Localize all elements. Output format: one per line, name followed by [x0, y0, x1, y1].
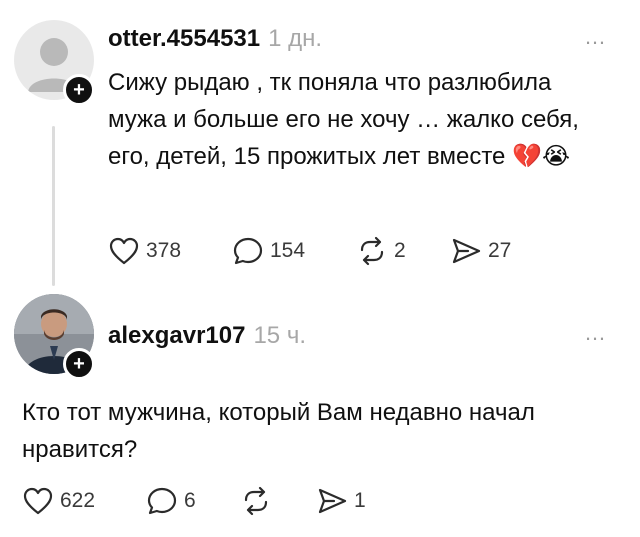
more-options-icon[interactable]: …	[584, 24, 607, 50]
comment-icon	[147, 487, 177, 515]
more-options-icon[interactable]: …	[584, 320, 607, 346]
post-1: + otter.4554531 1 дн. … Сижу рыдаю , тк п…	[0, 0, 640, 290]
comment-button[interactable]: 6	[146, 486, 240, 516]
post-text: Кто тот мужчина, который Вам недавно нач…	[22, 399, 535, 463]
comment-count: 154	[270, 239, 306, 262]
actions-bar: 622 6 1	[22, 486, 410, 516]
like-count: 622	[60, 489, 96, 512]
username[interactable]: otter.4554531 1 дн.	[108, 25, 322, 53]
share-icon	[452, 238, 481, 264]
repost-icon	[360, 236, 384, 266]
like-button[interactable]: 378	[108, 236, 232, 266]
repost-button[interactable]: 2	[356, 236, 450, 266]
repost-button[interactable]	[240, 486, 316, 516]
like-count: 378	[146, 239, 182, 262]
timestamp: 15 ч.	[253, 322, 306, 349]
repost-count: 2	[394, 239, 406, 262]
post-2: + alexgavr107 15 ч. … Кто тот мужчина, ко…	[0, 290, 640, 537]
comment-button[interactable]: 154	[232, 236, 356, 266]
comment-icon	[233, 237, 263, 265]
heart-icon	[23, 487, 53, 515]
post-text: Сижу рыдаю , тк поняла что разлюбила муж…	[108, 69, 579, 170]
actions-bar: 378 154 2 27	[108, 236, 544, 266]
share-button[interactable]: 1	[316, 486, 410, 516]
username[interactable]: alexgavr107 15 ч.	[108, 322, 306, 350]
repost-icon	[244, 486, 268, 516]
share-button[interactable]: 27	[450, 236, 544, 266]
comment-count: 6	[184, 489, 196, 512]
share-icon	[318, 488, 347, 514]
share-count: 27	[488, 239, 512, 262]
username-text[interactable]: otter.4554531	[108, 25, 260, 52]
like-button[interactable]: 622	[22, 486, 146, 516]
plus-icon: +	[73, 353, 85, 375]
thread-line	[52, 126, 55, 286]
plus-icon: +	[73, 79, 85, 101]
follow-button[interactable]: +	[63, 348, 95, 380]
share-count: 1	[354, 489, 366, 512]
timestamp: 1 дн.	[268, 25, 323, 52]
heart-icon	[109, 237, 139, 265]
follow-button[interactable]: +	[63, 74, 95, 106]
username-text[interactable]: alexgavr107	[108, 322, 245, 349]
